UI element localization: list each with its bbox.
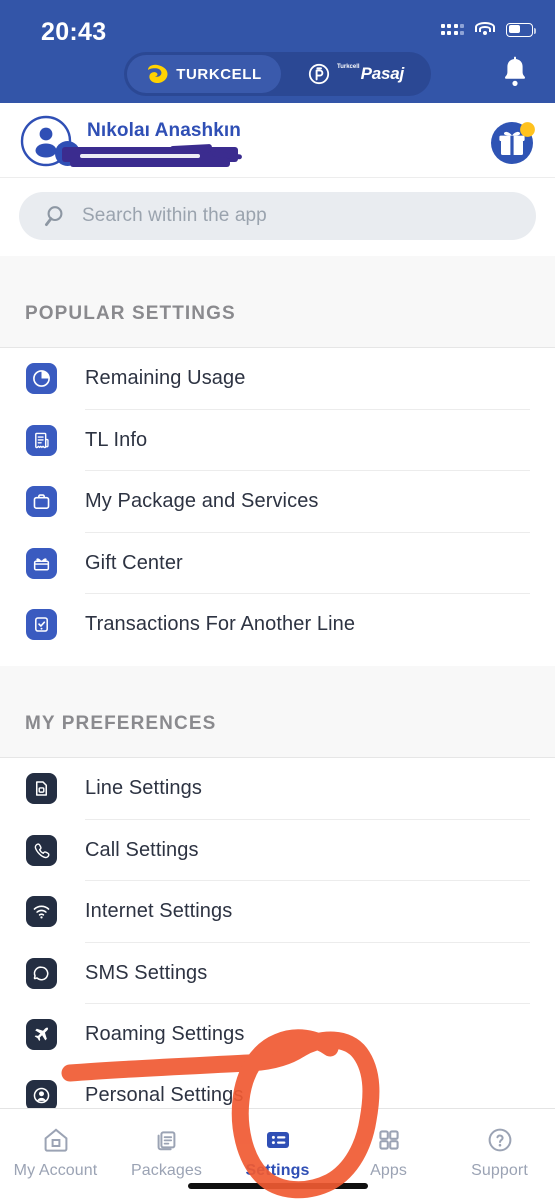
list-item[interactable]: Remaining Usage [0,348,555,410]
search-icon [42,204,66,228]
list-item-label: Personal Settings [85,1084,244,1107]
wifi-icon [475,22,495,37]
list-item-label: Roaming Settings [85,1023,245,1046]
search-input[interactable]: Search within the app [19,192,536,240]
sim-card-icon [26,773,57,805]
section-header-preferences: MY PREFERENCES [0,666,555,758]
list-item[interactable]: My Package and Services [0,471,555,533]
list-item[interactable]: Roaming Settings [0,1004,555,1066]
settings-list-preferences: Line Settings Call Settings Internet Set… [0,758,555,1066]
chat-bubble-icon [26,957,57,989]
nav-label: Support [471,1162,528,1179]
list-item-label: Internet Settings [85,900,233,923]
list-item[interactable]: Personal Settings [0,1065,555,1109]
pasaj-prefix-label: Turkcell [336,64,360,70]
battery-icon [506,22,536,37]
list-item-label: Transactions For Another Line [85,613,356,636]
list-item[interactable]: Gift Center [0,532,555,594]
list-item[interactable]: Internet Settings [0,881,555,943]
pasaj-logo-icon [308,63,330,85]
section-title: MY PREFERENCES [25,713,217,734]
wifi-icon [26,896,57,928]
list-item[interactable]: SMS Settings [0,942,555,1004]
status-indicators [440,22,536,37]
nav-item-my-account[interactable]: My Account [0,1109,111,1200]
gift-box-icon [26,547,57,579]
bottom-navigation: My Account Packages Settings Apps Suppor… [0,1108,555,1200]
list-item[interactable]: TL Info [0,409,555,471]
brand-toggle[interactable]: TURKCELL TurkcellPasaj [124,52,431,96]
list-item[interactable]: Line Settings [0,758,555,820]
settings-list-clipped: Personal Settings [0,1065,555,1109]
invoice-icon [26,424,57,456]
home-indicator [187,1183,368,1189]
profile-header[interactable]: + Nıkolaı Anashkın [0,103,555,178]
list-item[interactable]: Call Settings [0,819,555,881]
list-item[interactable]: Transactions For Another Line [0,594,555,656]
settings-list-popular: Remaining Usage TL Info My Package and S… [0,348,555,656]
brand-tab-label-pasaj: TurkcellPasaj [337,64,404,84]
signal-dots-icon [440,24,464,35]
list-item-label: Gift Center [85,551,183,574]
nav-item-support[interactable]: Support [444,1109,555,1200]
user-name: Nıkolaı Anashkın [87,120,241,141]
list-item-label: Remaining Usage [85,367,246,390]
nav-label: My Account [13,1162,98,1179]
app-screen: 20:43 TURKCELL TurkcellPasaj Nıkolaı Ana… [0,0,555,1200]
section-header-popular: POPULAR SETTINGS [0,256,555,348]
documents-icon [152,1123,182,1157]
list-item-label: Call Settings [85,838,199,861]
nav-label: Apps [370,1162,407,1179]
phone-icon [26,834,57,866]
pie-chart-icon [26,363,57,395]
list-item-label: SMS Settings [85,961,208,984]
gift-icon[interactable] [489,118,537,166]
nav-label: Settings [245,1162,310,1179]
brand-tab-turkcell[interactable]: TURKCELL [127,55,281,93]
status-bar: 20:43 [0,10,555,50]
user-circle-icon [26,1080,57,1109]
question-circle-icon [485,1123,515,1157]
list-settings-icon [263,1123,293,1157]
section-title: POPULAR SETTINGS [25,303,236,324]
list-item-label: Line Settings [85,777,202,800]
turkcell-logo-icon [146,64,169,84]
top-bar: 20:43 TURKCELL TurkcellPasaj [0,0,555,103]
briefcase-icon [26,486,57,518]
grid-apps-icon [374,1123,404,1157]
status-clock: 20:43 [41,18,107,46]
brand-tab-pasaj[interactable]: TurkcellPasaj [281,55,431,93]
nav-label: Packages [130,1162,203,1179]
brand-tab-label-turkcell: TURKCELL [176,65,262,83]
bell-icon[interactable] [501,56,529,88]
list-item-label: My Package and Services [85,490,319,513]
airplane-icon [26,1019,57,1051]
clipboard-check-icon [26,609,57,641]
home-icon [41,1123,71,1157]
pasaj-label: Pasaj [360,64,405,83]
list-item-label: TL Info [85,428,148,451]
search-placeholder: Search within the app [82,205,267,226]
phone-number-redacted [62,143,243,169]
search-section: Search within the app [0,178,555,256]
